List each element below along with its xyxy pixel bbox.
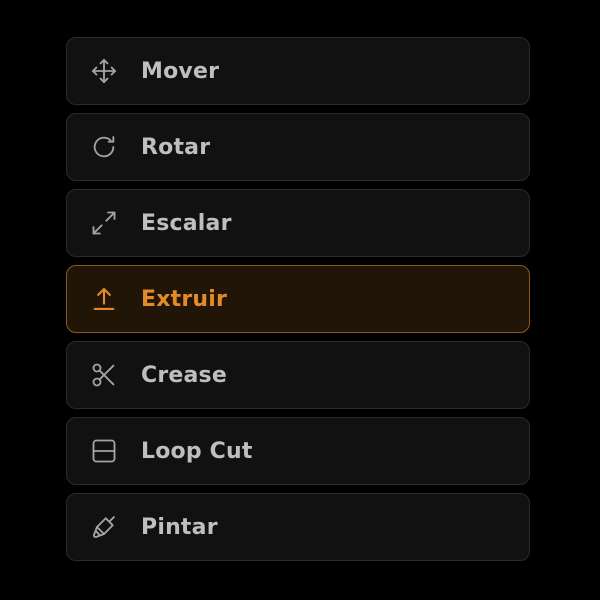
paint-brush-icon <box>90 513 118 541</box>
tool-label-paint: Pintar <box>141 514 218 540</box>
tool-label-crease: Crease <box>141 362 227 388</box>
scale-icon <box>90 209 118 237</box>
tool-label-move: Mover <box>141 58 220 84</box>
rotate-icon <box>90 133 118 161</box>
tool-item-crease[interactable]: Crease <box>66 341 530 409</box>
move-icon <box>90 57 118 85</box>
tool-label-rotate: Rotar <box>141 134 211 160</box>
tool-list: Mover Rotar Escalar Extruir Crease Loop … <box>66 37 530 561</box>
tool-item-loop-cut[interactable]: Loop Cut <box>66 417 530 485</box>
tool-label-loop-cut: Loop Cut <box>141 438 253 464</box>
tool-item-extrude[interactable]: Extruir <box>66 265 530 333</box>
extrude-icon <box>90 285 118 313</box>
tool-item-rotate[interactable]: Rotar <box>66 113 530 181</box>
tool-item-paint[interactable]: Pintar <box>66 493 530 561</box>
tool-label-extrude: Extruir <box>141 286 228 312</box>
scissors-icon <box>90 361 118 389</box>
tool-item-scale[interactable]: Escalar <box>66 189 530 257</box>
loop-cut-icon <box>90 437 118 465</box>
tool-item-move[interactable]: Mover <box>66 37 530 105</box>
tool-label-scale: Escalar <box>141 210 232 236</box>
